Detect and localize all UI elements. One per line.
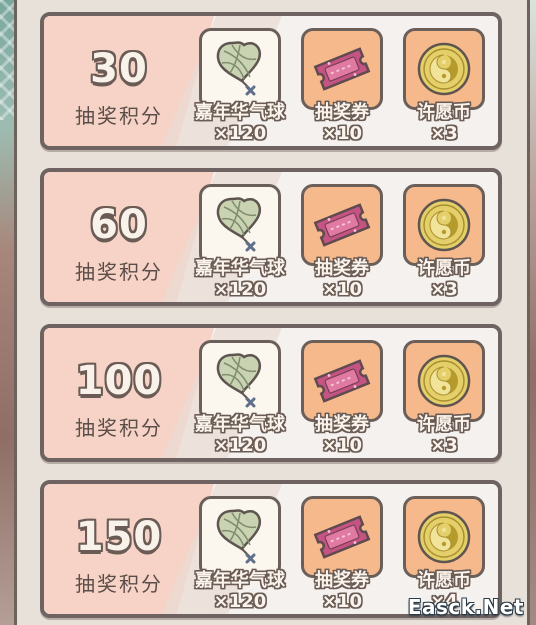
reward-card: 30 抽奖积分 嘉年华气球 ×120 抽奖券 ×10 许愿币 ×3	[40, 12, 502, 150]
reward-item-balloon[interactable]: 嘉年华气球 ×120	[192, 496, 288, 614]
item-quantity: ×3	[430, 123, 458, 144]
item-name: 许愿币	[417, 570, 471, 591]
reward-item-ticket[interactable]: 抽奖券 ×10	[294, 28, 390, 146]
item-quantity: ×120	[213, 123, 267, 144]
item-quantity: ×120	[213, 435, 267, 456]
item-name: 嘉年华气球	[195, 258, 285, 279]
item-name: 抽奖券	[315, 102, 369, 123]
reward-item-coin[interactable]: 许愿币 ×3	[396, 184, 492, 302]
score-label: 抽奖积分	[75, 416, 163, 440]
item-name: 抽奖券	[315, 258, 369, 279]
item-quantity: ×10	[321, 591, 363, 612]
reward-item-ticket[interactable]: 抽奖券 ×10	[294, 184, 390, 302]
score-label: 抽奖积分	[75, 104, 163, 128]
item-name: 嘉年华气球	[195, 102, 285, 123]
item-name: 抽奖券	[315, 570, 369, 591]
reward-item-coin[interactable]: 许愿币 ×3	[396, 28, 492, 146]
reward-item-balloon[interactable]: 嘉年华气球 ×120	[192, 184, 288, 302]
reward-item-balloon[interactable]: 嘉年华气球 ×120	[192, 340, 288, 458]
item-name: 嘉年华气球	[195, 414, 285, 435]
reward-card: 60 抽奖积分 嘉年华气球 ×120 抽奖券 ×10 许愿币 ×3	[40, 168, 502, 306]
score-value: 60	[90, 202, 148, 248]
score-value: 100	[75, 358, 163, 404]
item-quantity: ×10	[321, 123, 363, 144]
item-quantity: ×10	[321, 435, 363, 456]
reward-item-coin[interactable]: 许愿币 ×3	[396, 340, 492, 458]
item-name: 许愿币	[417, 102, 471, 123]
item-quantity: ×120	[213, 279, 267, 300]
reward-item-ticket[interactable]: 抽奖券 ×10	[294, 496, 390, 614]
score-label: 抽奖积分	[75, 572, 163, 596]
score-label: 抽奖积分	[75, 260, 163, 284]
reward-card: 100 抽奖积分 嘉年华气球 ×120 抽奖券 ×10 许愿币 ×3	[40, 324, 502, 462]
item-quantity: ×10	[321, 279, 363, 300]
item-name: 嘉年华气球	[195, 570, 285, 591]
reward-item-balloon[interactable]: 嘉年华气球 ×120	[192, 28, 288, 146]
site-watermark: Easck.Net	[407, 595, 524, 619]
score-value: 30	[90, 46, 148, 92]
score-value: 150	[75, 514, 163, 560]
item-name: 抽奖券	[315, 414, 369, 435]
item-name: 许愿币	[417, 414, 471, 435]
item-quantity: ×120	[213, 591, 267, 612]
item-name: 许愿币	[417, 258, 471, 279]
item-quantity: ×3	[430, 279, 458, 300]
reward-item-ticket[interactable]: 抽奖券 ×10	[294, 340, 390, 458]
item-quantity: ×3	[430, 435, 458, 456]
